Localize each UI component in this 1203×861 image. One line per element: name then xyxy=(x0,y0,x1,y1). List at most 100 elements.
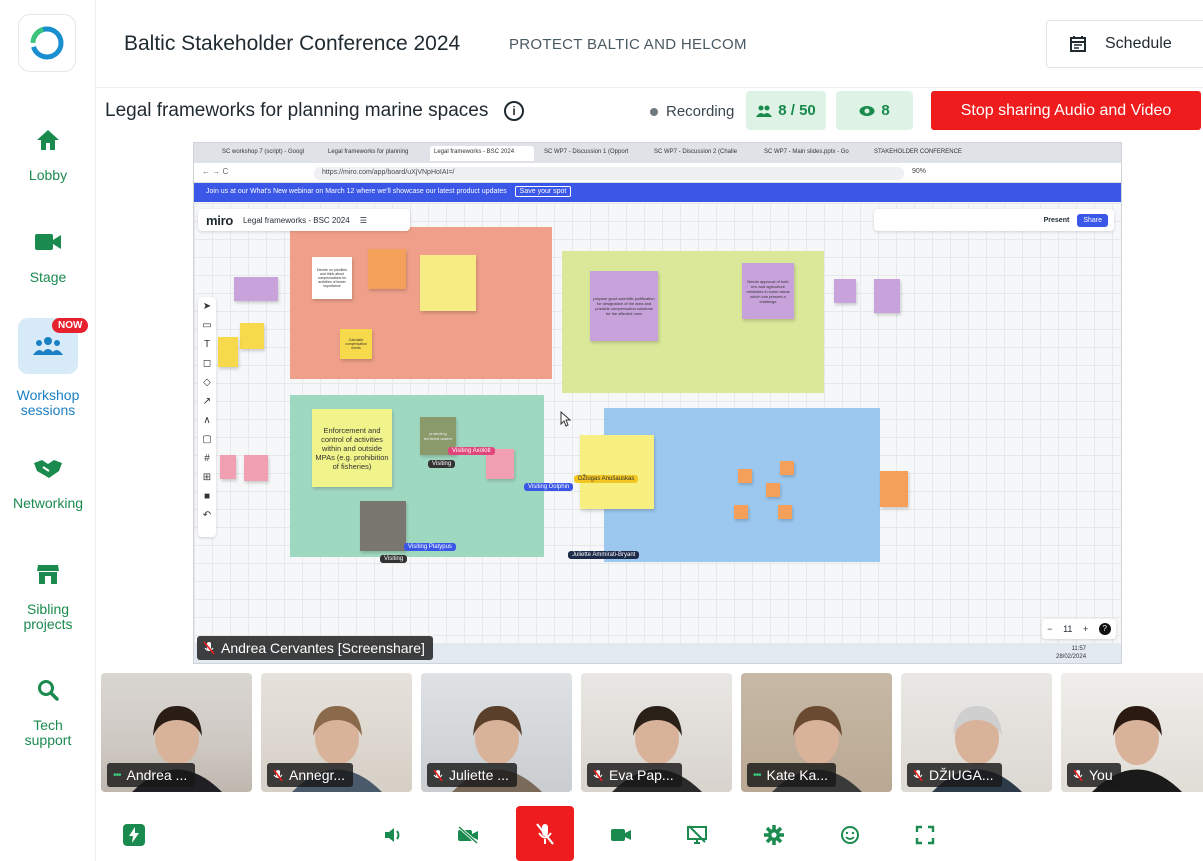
viewers-count-badge[interactable]: 8 xyxy=(836,91,913,130)
sidebar-item-sibling-projects[interactable]: Sibling projects xyxy=(0,546,96,632)
cursor-tag: Visiting xyxy=(428,460,456,468)
participant-tile[interactable]: Annegr... xyxy=(261,673,412,792)
participant-tile[interactable]: Juliette ... xyxy=(421,673,572,792)
miro-present-label: Present xyxy=(1043,216,1070,224)
logo-icon xyxy=(30,26,64,60)
more-tool-icon: ■ xyxy=(203,491,211,502)
viewers-count: 8 xyxy=(881,102,890,119)
people-icon xyxy=(756,105,773,117)
camera-off-icon xyxy=(458,826,478,844)
browser-tab: SC WP7 - Discussion 1 (Opport xyxy=(544,149,629,155)
banner-text: Join us at our What's New webinar on Mar… xyxy=(206,188,507,195)
sticky-note xyxy=(240,323,264,349)
sticky-note xyxy=(834,279,856,303)
upload-tool-icon: ⊞ xyxy=(202,472,212,483)
browser-tab: SC WP7 - Discussion 2 (Challe xyxy=(654,149,738,155)
sidebar-item-lobby[interactable]: Lobby xyxy=(0,112,96,183)
sticky-note xyxy=(220,455,236,479)
participant-tile[interactable]: ••• Kate Ka... xyxy=(741,673,892,792)
browser-tab-bar: SC workshop 7 (script) - Googl Legal fra… xyxy=(194,143,1121,163)
eye-icon xyxy=(859,105,875,116)
sticky-note xyxy=(368,249,406,289)
participant-name-tag: DŽIUGA... xyxy=(907,763,1002,787)
undo-icon: ↶ xyxy=(202,510,212,521)
sidebar-item-label: Lobby xyxy=(28,167,68,183)
screenshare-view: SC workshop 7 (script) - Googl Legal fra… xyxy=(193,142,1122,664)
miro-zoom-control: −11 + ? xyxy=(1042,619,1116,639)
participant-tile[interactable]: Eva Pap... xyxy=(581,673,732,792)
schedule-button[interactable]: Schedule xyxy=(1046,20,1203,68)
mic-off-icon xyxy=(433,769,443,781)
participant-name-tag: Juliette ... xyxy=(427,763,517,787)
participant-tile[interactable]: DŽIUGA... xyxy=(901,673,1052,792)
cursor-tag: DŽiugas Anušauskas xyxy=(574,475,639,483)
pen-tool-icon: ∧ xyxy=(203,415,211,426)
sidebar-item-stage[interactable]: Stage xyxy=(0,214,96,285)
mic-off-icon xyxy=(273,769,283,781)
sticky-note xyxy=(766,483,780,497)
sidebar-item-label: Networking xyxy=(12,495,84,511)
sidebar-item-label: Workshop sessions xyxy=(16,387,80,418)
settings-button[interactable] xyxy=(754,815,794,855)
participant-tile[interactable]: ••• Andrea ... xyxy=(101,673,252,792)
screenshare-button[interactable] xyxy=(677,815,717,855)
mic-off-icon xyxy=(203,641,215,655)
screen-share-off-icon xyxy=(687,825,707,844)
browser-tab: Legal frameworks for planning xyxy=(328,149,409,155)
camera-off-button[interactable] xyxy=(448,815,488,855)
mic-off-icon xyxy=(593,769,603,781)
cursor-tag: Visiting Dolphin xyxy=(524,483,574,491)
browser-address-bar: ← → C https://miro.com/app/board/uXjVNpH… xyxy=(194,163,1121,183)
quick-actions-button[interactable] xyxy=(114,815,154,855)
sidebar-item-workshop-sessions[interactable]: NOW Workshop sessions xyxy=(0,318,96,418)
camera-button[interactable] xyxy=(601,815,641,855)
browser-tab: STAKEHOLDER CONFERENCE xyxy=(874,149,962,155)
sticky-tool-icon: ◻ xyxy=(202,358,212,369)
miro-board-name: Legal frameworks - BSC 2024 xyxy=(242,215,350,225)
sticky-note: Calculate compensation needs xyxy=(340,329,372,359)
video-camera-icon xyxy=(611,829,631,841)
participant-tile[interactable]: You xyxy=(1061,673,1203,792)
cursor-tag: Visiting Platypus xyxy=(404,543,456,551)
frame-tool-icon: ▭ xyxy=(202,320,212,331)
sidebar-item-label: Tech support xyxy=(24,717,72,748)
header: Baltic Stakeholder Conference 2024 PROTE… xyxy=(96,0,1203,88)
sticky-note xyxy=(874,279,900,313)
sidebar-item-networking[interactable]: Networking xyxy=(0,440,96,511)
comment-tool-icon: ▢ xyxy=(202,434,212,445)
cursor-tag: Visiting xyxy=(380,555,408,563)
mic-off-icon xyxy=(913,769,923,781)
sticky-note xyxy=(218,337,238,367)
participant-name-tag: ••• Kate Ka... xyxy=(747,763,836,787)
fullscreen-button[interactable] xyxy=(905,815,945,855)
gear-icon xyxy=(764,825,784,845)
sidebar-item-tech-support[interactable]: Tech support xyxy=(0,662,96,748)
sticky-note xyxy=(780,461,794,475)
sticky-note: Enforcement and control of activities wi… xyxy=(312,409,392,487)
cursor-tag: Juliette Ammirati-Bryant xyxy=(568,551,640,559)
miro-top-right-bar: Present Share xyxy=(874,209,1114,231)
speaker-button[interactable] xyxy=(373,815,413,855)
miro-zoom-pct: 11 xyxy=(1063,624,1073,634)
search-icon xyxy=(18,662,78,718)
screenshare-presenter-label: Andrea Cervantes [Screenshare] xyxy=(197,636,433,660)
participant-name: DŽIUGA... xyxy=(929,767,994,783)
reactions-button[interactable] xyxy=(830,815,870,855)
zoom-level: 90% xyxy=(912,168,927,175)
participants-count-badge[interactable]: 8 / 50 xyxy=(746,91,826,130)
info-icon[interactable]: i xyxy=(504,101,524,121)
conference-logo[interactable] xyxy=(18,14,76,72)
stop-sharing-button[interactable]: Stop sharing Audio and Video xyxy=(931,91,1201,130)
participant-name: Kate Ka... xyxy=(766,767,828,783)
sticky-note xyxy=(738,469,752,483)
store-icon xyxy=(18,546,78,602)
arrow-tool-icon: ↗ xyxy=(202,396,212,407)
app-root: Lobby Stage NOW Workshop sessions Networ… xyxy=(0,0,1203,861)
sticky-note xyxy=(580,435,654,509)
sticky-note xyxy=(880,471,908,507)
participant-name-tag: ••• Andrea ... xyxy=(107,763,196,787)
miro-share-label: Share xyxy=(1077,213,1108,227)
sticky-note: Needs approval of both env and agricultu… xyxy=(742,263,794,319)
sticky-note xyxy=(244,455,268,481)
mic-toggle-button[interactable] xyxy=(516,806,574,861)
